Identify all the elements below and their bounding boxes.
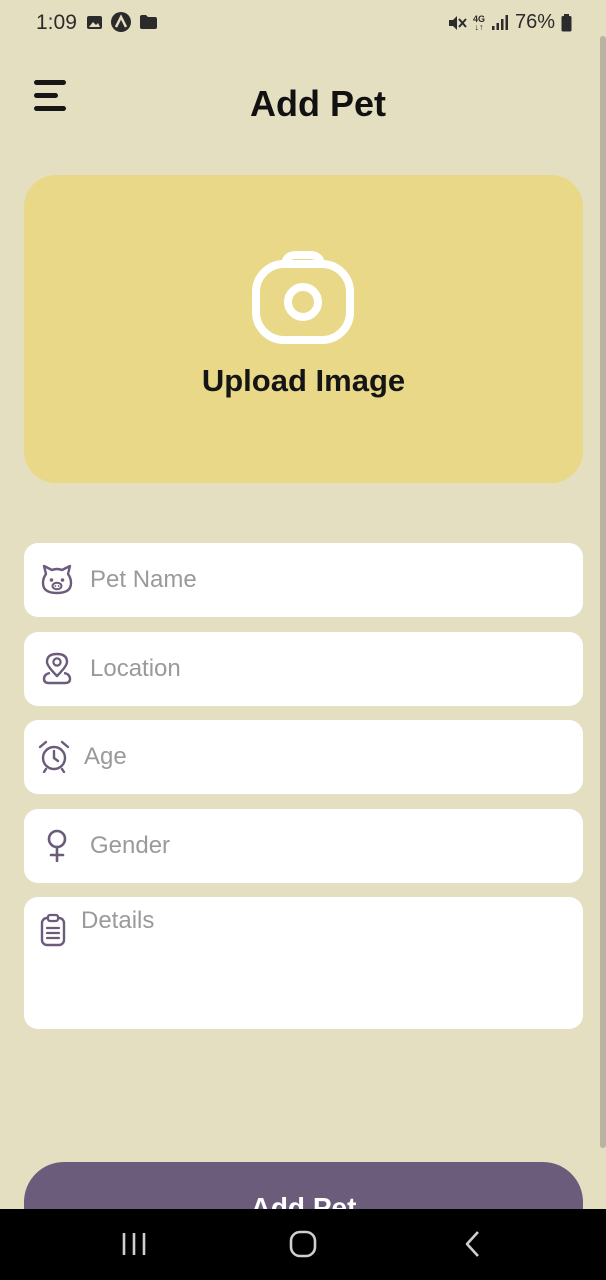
- upload-image-card[interactable]: Upload Image: [24, 175, 583, 483]
- battery-percent: 76%: [514, 11, 555, 33]
- pet-face-icon: [41, 564, 73, 595]
- back-icon[interactable]: [458, 1229, 488, 1259]
- status-right: 4G ↓↑ 76%: [447, 11, 572, 34]
- gallery-icon: [87, 15, 102, 29]
- pet-name-input[interactable]: [90, 543, 560, 617]
- scrollbar[interactable]: [600, 36, 606, 1148]
- details-field[interactable]: [24, 897, 583, 1029]
- female-symbol-icon: [47, 829, 67, 862]
- battery-icon: [561, 13, 572, 31]
- gender-field[interactable]: [24, 809, 583, 883]
- location-field[interactable]: [24, 632, 583, 706]
- age-input[interactable]: [84, 720, 554, 794]
- clipboard-icon: [40, 913, 66, 947]
- status-left-icons: [86, 12, 158, 32]
- mute-icon: [448, 15, 467, 30]
- alarm-clock-icon: [38, 740, 70, 773]
- header: Add Pet: [0, 60, 606, 150]
- folder-icon: [140, 15, 157, 29]
- status-bar: 1:09 4G ↓↑ 76%: [0, 0, 606, 46]
- recent-apps-icon[interactable]: [119, 1229, 149, 1259]
- gender-input[interactable]: [90, 809, 560, 883]
- page-title: Add Pet: [249, 83, 386, 124]
- pet-name-field[interactable]: [24, 543, 583, 617]
- network-icon: 4G ↓↑: [473, 14, 485, 32]
- location-pin-icon: [42, 652, 72, 685]
- home-icon[interactable]: [288, 1229, 318, 1259]
- camera-icon: [252, 251, 354, 344]
- details-input[interactable]: [81, 907, 551, 1017]
- age-field[interactable]: [24, 720, 583, 794]
- status-time: 1:09: [36, 11, 77, 34]
- system-nav-bar: [0, 1209, 606, 1280]
- network-arrows: ↓↑: [474, 21, 484, 32]
- location-input[interactable]: [90, 632, 560, 706]
- signal-icon: [491, 14, 508, 30]
- upload-image-label: Upload Image: [201, 363, 406, 398]
- app-notification-icon: [111, 12, 131, 32]
